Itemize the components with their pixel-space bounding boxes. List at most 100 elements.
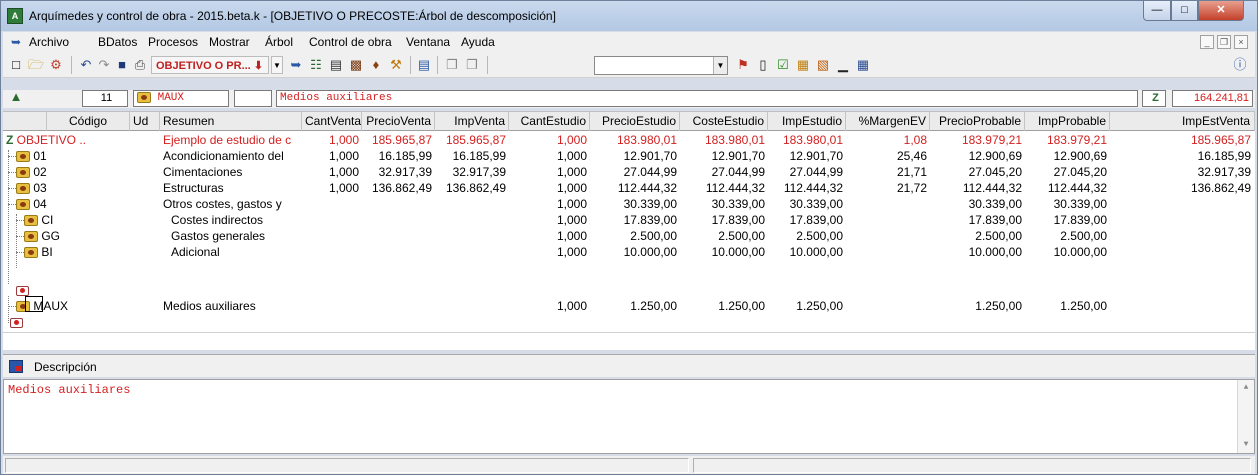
precioprobable-cell[interactable]: 17.839,00 [930, 212, 1025, 228]
column-header-costeestudio[interactable]: CosteEstudio [680, 112, 768, 131]
costeestudio-cell[interactable]: 2.500,00 [680, 228, 768, 244]
tools-icon[interactable]: ⚒ [387, 56, 405, 74]
impestudio-cell[interactable]: 30.339,00 [768, 196, 846, 212]
ud-cell[interactable] [130, 148, 160, 164]
resumen-cell[interactable]: Gastos generales [168, 228, 308, 244]
precioventa-cell[interactable]: 136.862,49 [362, 180, 435, 196]
costeestudio-cell[interactable]: 1.250,00 [680, 298, 768, 314]
precioprobable-cell[interactable]: 183.979,21 [930, 132, 1025, 148]
report-icon[interactable]: ▧ [814, 56, 832, 74]
impprobable-cell[interactable]: 17.839,00 [1025, 212, 1110, 228]
impventa-cell[interactable]: 136.862,49 [435, 180, 509, 196]
resumen-cell[interactable]: Acondicionamiento del [160, 148, 300, 164]
impprobable-cell[interactable]: 12.900,69 [1025, 148, 1110, 164]
summary-field[interactable]: Medios auxiliares [276, 90, 1138, 107]
impestventa-cell[interactable] [1110, 196, 1255, 212]
ud-cell[interactable] [130, 228, 160, 244]
scroll-down-icon[interactable]: ▼ [1238, 437, 1254, 453]
impestudio-cell[interactable]: 10.000,00 [768, 244, 846, 260]
resumen-cell[interactable]: Ejemplo de estudio de c [160, 132, 300, 148]
ud-cell[interactable] [130, 132, 160, 148]
impventa-cell[interactable] [435, 196, 509, 212]
menu-arbol[interactable]: Árbol [265, 35, 293, 49]
folder-icon[interactable] [24, 247, 38, 259]
table-row[interactable]: 02 Cimentaciones 1,000 32.917,39 32.917,39 1,… [3, 164, 1255, 180]
costeestudio-cell[interactable]: 17.839,00 [680, 212, 768, 228]
impestventa-cell[interactable] [1110, 212, 1255, 228]
impventa-cell[interactable] [435, 228, 509, 244]
precioprobable-cell[interactable]: 1.250,00 [930, 298, 1025, 314]
ud-cell[interactable] [130, 298, 160, 314]
unit-field[interactable] [234, 90, 272, 107]
cantestudio-cell[interactable]: 1,000 [509, 298, 590, 314]
precioprobable-cell[interactable]: 27.045,20 [930, 164, 1025, 180]
certificate-icon[interactable]: ▦ [794, 56, 812, 74]
impestventa-cell[interactable]: 185.965,87 [1110, 132, 1255, 148]
code-cell[interactable]: Z OBJETIVO .. [3, 132, 133, 148]
ud-cell[interactable] [130, 180, 160, 196]
menu-control-de-obra[interactable]: Control de obra [309, 35, 392, 49]
description-textarea[interactable]: Medios auxiliares ▲ ▼ [3, 379, 1255, 454]
table-row[interactable]: 03 Estructuras 1,000 136.862,49 136.862,49 1,… [3, 180, 1255, 196]
lock-icon[interactable]: ▯ [754, 56, 772, 74]
precioestudio-cell[interactable]: 2.500,00 [590, 228, 680, 244]
precioprobable-cell[interactable]: 30.339,00 [930, 196, 1025, 212]
table-row[interactable]: GG Gastos generales 1,000 2.500,00 2.500,00 2… [3, 228, 1255, 244]
precioprobable-cell[interactable]: 12.900,69 [930, 148, 1025, 164]
copy-icon[interactable]: ❐ [443, 56, 461, 74]
minimize-button[interactable]: — [1143, 1, 1171, 21]
ud-cell[interactable] [130, 244, 160, 260]
precioventa-cell[interactable]: 185.965,87 [362, 132, 435, 148]
margen-cell[interactable] [846, 196, 930, 212]
scroll-up-icon[interactable]: ▲ [1238, 380, 1254, 396]
table-row[interactable]: Z OBJETIVO .. Ejemplo de estudio de c 1,00… [3, 132, 1255, 148]
chart-icon[interactable]: ▁ [834, 56, 852, 74]
folder-icon[interactable] [24, 215, 38, 227]
costeestudio-cell[interactable]: 30.339,00 [680, 196, 768, 212]
navigate-up-icon[interactable]: ▲ [7, 88, 25, 106]
measurements-icon[interactable]: ▩ [347, 56, 365, 74]
new-file-icon[interactable]: □ [7, 56, 25, 74]
folder-icon[interactable] [16, 183, 30, 195]
undo-icon[interactable]: ↶ [77, 56, 95, 74]
precioestudio-cell[interactable]: 1.250,00 [590, 298, 680, 314]
document-icon[interactable]: ▤ [327, 56, 345, 74]
level-field[interactable]: 11 [82, 90, 128, 107]
cantestudio-cell[interactable]: 1,000 [509, 196, 590, 212]
resources-icon[interactable]: ♦ [367, 56, 385, 74]
ud-cell[interactable] [130, 212, 160, 228]
impestudio-cell[interactable]: 183.980,01 [768, 132, 846, 148]
precioestudio-cell[interactable]: 30.339,00 [590, 196, 680, 212]
precioventa-cell[interactable] [362, 228, 435, 244]
precioestudio-cell[interactable]: 112.444,32 [590, 180, 680, 196]
maximize-button[interactable]: □ [1171, 1, 1198, 21]
margen-cell[interactable]: 25,46 [846, 148, 930, 164]
impestventa-cell[interactable]: 16.185,99 [1110, 148, 1255, 164]
help-icon[interactable]: ⓘ [1231, 56, 1249, 74]
cantestudio-cell[interactable]: 1,000 [509, 132, 590, 148]
objective-dropdown-icon[interactable]: ▼ [271, 56, 283, 74]
column-header-impestudio[interactable]: ImpEstudio [768, 112, 846, 131]
impprobable-cell[interactable]: 27.045,20 [1025, 164, 1110, 180]
cantventa-cell[interactable]: 1,000 [302, 132, 362, 148]
impventa-cell[interactable]: 16.185,99 [435, 148, 509, 164]
impestudio-cell[interactable]: 1.250,00 [768, 298, 846, 314]
bookmark-icon[interactable]: ⚑ [734, 56, 752, 74]
mdi-minimize-button[interactable]: _ [1200, 35, 1214, 49]
impprobable-cell[interactable]: 10.000,00 [1025, 244, 1110, 260]
folder-icon[interactable] [24, 231, 38, 243]
table-row[interactable]: MAUX Medios auxiliares 1,000 1.250,00 1.250,… [3, 298, 1255, 314]
mdi-restore-button[interactable]: ❐ [1217, 35, 1231, 49]
cantestudio-cell[interactable]: 1,000 [509, 212, 590, 228]
title-bar[interactable]: A Arquímedes y control de obra - 2015.be… [1, 1, 1257, 31]
new-child-row[interactable] [3, 282, 1255, 298]
impestudio-cell[interactable]: 112.444,32 [768, 180, 846, 196]
cantestudio-cell[interactable]: 1,000 [509, 180, 590, 196]
total-field[interactable]: 164.241,81 [1172, 90, 1253, 107]
column-header-codigo[interactable]: Código [47, 112, 130, 131]
impprobable-cell[interactable]: 30.339,00 [1025, 196, 1110, 212]
impprobable-cell[interactable]: 183.979,21 [1025, 132, 1110, 148]
close-button[interactable]: ✕ [1198, 1, 1244, 21]
column-header-cantventa[interactable]: CantVenta [302, 112, 362, 131]
resumen-cell[interactable]: Cimentaciones [160, 164, 300, 180]
